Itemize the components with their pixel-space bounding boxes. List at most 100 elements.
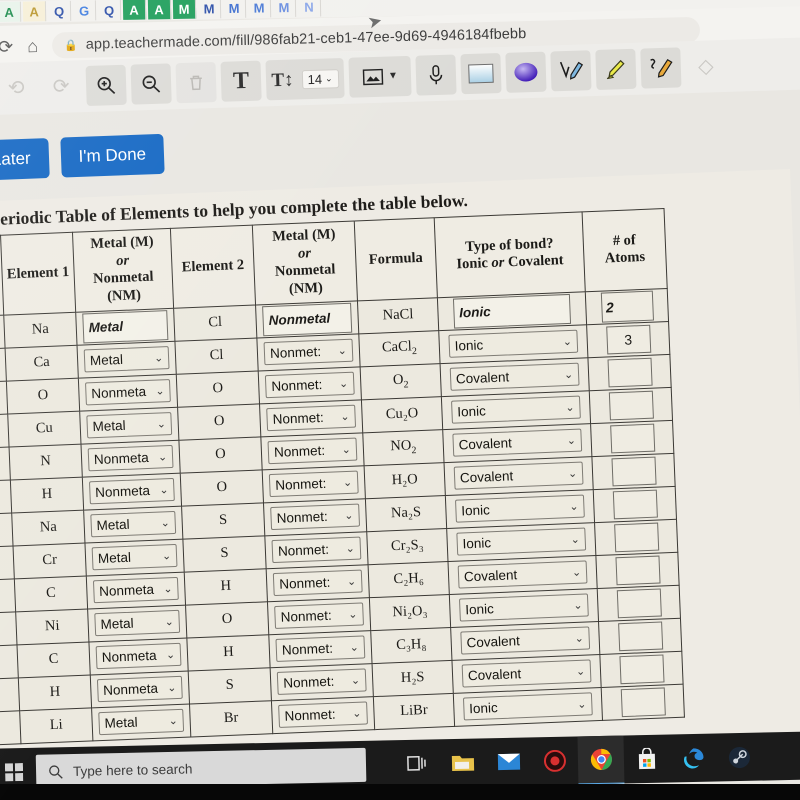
edge-icon[interactable] bbox=[669, 734, 716, 783]
bond-type-dropdown[interactable]: Ionic ⌄ bbox=[456, 527, 587, 556]
metal-nonmetal-2-dropdown[interactable]: Nonmet: ⌄ bbox=[274, 602, 364, 630]
metal-nonmetal-2-dropdown[interactable]: Nonmet: ⌄ bbox=[268, 470, 359, 498]
bookmark-icon[interactable]: M bbox=[272, 0, 297, 18]
cell-num-atoms[interactable] bbox=[595, 552, 680, 589]
cell-metal-nonmetal-2[interactable]: Nonmet: ⌄ bbox=[258, 366, 362, 404]
num-atoms-input[interactable]: 2 bbox=[600, 290, 654, 323]
bookmark-icon[interactable]: M bbox=[197, 0, 222, 19]
metal-nonmetal-2-dropdown[interactable]: Nonmet: ⌄ bbox=[276, 668, 367, 696]
cell-metal-nonmetal-2[interactable]: Nonmetal bbox=[255, 300, 359, 338]
num-atoms-input[interactable] bbox=[616, 588, 662, 619]
bookmark-icon[interactable]: M bbox=[222, 0, 247, 19]
metal-nonmetal-1-dropdown[interactable]: Nonmeta ⌄ bbox=[95, 643, 182, 670]
metal-nonmetal-1-dropdown[interactable]: Metal ⌄ bbox=[98, 709, 185, 736]
zoom-out-icon[interactable] bbox=[130, 63, 172, 105]
metal-nonmetal-2-dropdown[interactable]: Nonmet: ⌄ bbox=[271, 536, 362, 564]
num-atoms-input[interactable] bbox=[617, 621, 663, 651]
cell-metal-nonmetal-1[interactable]: Nonmeta ⌄ bbox=[86, 571, 186, 609]
bookmark-icon[interactable]: N bbox=[297, 0, 322, 17]
microphone-icon[interactable] bbox=[415, 54, 457, 96]
bookmark-icon[interactable]: M bbox=[172, 0, 197, 20]
metal-nonmetal-2-dropdown[interactable]: Nonmet: ⌄ bbox=[275, 635, 366, 663]
num-atoms-input[interactable] bbox=[609, 423, 655, 454]
cell-num-atoms[interactable] bbox=[587, 354, 672, 391]
cell-metal-nonmetal-2[interactable]: Nonmet: ⌄ bbox=[260, 432, 365, 470]
cell-metal-nonmetal-1[interactable]: Metal ⌄ bbox=[79, 406, 179, 444]
metal-nonmetal-1-dropdown[interactable]: Nonmeta ⌄ bbox=[84, 379, 172, 406]
taskbar-search-box[interactable]: Type here to search bbox=[35, 747, 367, 789]
cell-metal-nonmetal-2[interactable]: Nonmet: ⌄ bbox=[270, 663, 374, 701]
text-tool-button[interactable]: T bbox=[220, 60, 262, 102]
cell-metal-nonmetal-1[interactable]: Metal ⌄ bbox=[87, 604, 187, 642]
reload-icon[interactable]: ⟳ bbox=[0, 37, 13, 57]
metal-nonmetal-2-dropdown[interactable]: Nonmet: ⌄ bbox=[266, 404, 356, 432]
cell-num-atoms[interactable] bbox=[591, 453, 676, 490]
antivirus-icon[interactable] bbox=[531, 736, 578, 785]
cell-bond-type[interactable]: Ionic ⌄ bbox=[453, 687, 603, 727]
cell-metal-nonmetal-1[interactable]: Metal ⌄ bbox=[83, 505, 183, 543]
bookmark-icon[interactable]: G bbox=[72, 0, 97, 21]
chrome-icon[interactable] bbox=[577, 734, 625, 786]
pencil-icon[interactable] bbox=[640, 47, 682, 89]
metal-nonmetal-2-textbox[interactable]: Nonmetal bbox=[262, 302, 353, 336]
bond-type-dropdown[interactable]: Covalent ⌄ bbox=[452, 428, 583, 457]
cell-num-atoms[interactable] bbox=[590, 420, 674, 457]
metal-nonmetal-1-dropdown[interactable]: Nonmeta ⌄ bbox=[88, 478, 176, 505]
metal-nonmetal-1-dropdown[interactable]: Nonmeta ⌄ bbox=[92, 577, 179, 604]
bond-type-dropdown[interactable]: Ionic ⌄ bbox=[462, 692, 593, 721]
num-atoms-input[interactable] bbox=[607, 357, 653, 388]
trash-icon[interactable] bbox=[175, 61, 217, 104]
bookmark-icon[interactable]: M bbox=[247, 0, 272, 18]
cell-metal-nonmetal-1[interactable]: Nonmeta ⌄ bbox=[90, 670, 190, 708]
zoom-in-icon[interactable] bbox=[85, 64, 127, 107]
ellipse-icon[interactable] bbox=[505, 51, 547, 93]
cell-metal-nonmetal-1[interactable]: Metal ⌄ bbox=[84, 538, 185, 576]
microsoft-store-icon[interactable] bbox=[623, 734, 670, 783]
metal-nonmetal-2-dropdown[interactable]: Nonmet: ⌄ bbox=[278, 701, 368, 729]
bond-type-dropdown[interactable]: Covalent ⌄ bbox=[449, 362, 580, 392]
bond-type-textbox[interactable]: Ionic bbox=[452, 293, 572, 329]
cell-metal-nonmetal-1[interactable]: Nonmeta ⌄ bbox=[78, 374, 178, 411]
bond-type-dropdown[interactable]: Covalent ⌄ bbox=[460, 626, 591, 655]
cell-metal-nonmetal-2[interactable]: Nonmet: ⌄ bbox=[256, 333, 361, 371]
metal-nonmetal-1-dropdown[interactable]: Nonmeta ⌄ bbox=[96, 676, 183, 703]
metal-nonmetal-2-dropdown[interactable]: Nonmet: ⌄ bbox=[272, 569, 363, 597]
bookmark-icon[interactable]: A bbox=[22, 1, 47, 22]
metal-nonmetal-1-dropdown[interactable]: Nonmeta ⌄ bbox=[87, 445, 174, 472]
metal-nonmetal-1-textbox[interactable]: Metal bbox=[82, 309, 169, 344]
im-done-button[interactable]: I'm Done bbox=[59, 133, 165, 178]
metal-nonmetal-1-dropdown[interactable]: Metal ⌄ bbox=[91, 544, 178, 571]
cell-metal-nonmetal-2[interactable]: Nonmet: ⌄ bbox=[259, 399, 363, 437]
cell-num-atoms[interactable] bbox=[589, 387, 673, 424]
metal-nonmetal-2-dropdown[interactable]: Nonmet: ⌄ bbox=[263, 338, 354, 366]
highlighter-icon[interactable] bbox=[595, 48, 637, 91]
metal-nonmetal-1-dropdown[interactable]: Metal ⌄ bbox=[90, 511, 177, 538]
num-atoms-input[interactable]: 3 bbox=[605, 324, 651, 355]
cell-metal-nonmetal-2[interactable]: Nonmet: ⌄ bbox=[271, 696, 375, 734]
metal-nonmetal-2-dropdown[interactable]: Nonmet: ⌄ bbox=[270, 503, 360, 531]
cell-metal-nonmetal-2[interactable]: Nonmet: ⌄ bbox=[263, 498, 367, 536]
cell-metal-nonmetal-2[interactable]: Nonmet: ⌄ bbox=[268, 630, 373, 668]
bond-type-dropdown[interactable]: Ionic ⌄ bbox=[454, 494, 586, 523]
num-atoms-input[interactable] bbox=[614, 555, 661, 586]
save-for-later-button[interactable]: or Later bbox=[0, 138, 50, 182]
num-atoms-input[interactable] bbox=[612, 489, 658, 520]
font-size-control[interactable]: T↕ 14 ⌄ bbox=[265, 57, 345, 101]
steam-icon[interactable] bbox=[715, 733, 762, 782]
cell-metal-nonmetal-2[interactable]: Nonmet: ⌄ bbox=[267, 597, 371, 635]
metal-nonmetal-1-dropdown[interactable]: Metal ⌄ bbox=[86, 412, 173, 439]
num-atoms-input[interactable] bbox=[613, 522, 659, 553]
rectangle-icon[interactable] bbox=[460, 53, 502, 95]
redo-icon[interactable]: ⟳ bbox=[41, 66, 82, 107]
pen-icon[interactable] bbox=[550, 50, 592, 92]
undo-icon[interactable]: ⟲ bbox=[0, 68, 37, 109]
bookmark-icon[interactable]: A bbox=[147, 0, 172, 20]
cell-metal-nonmetal-1[interactable]: Metal bbox=[75, 308, 175, 345]
bond-type-dropdown[interactable]: Covalent ⌄ bbox=[453, 461, 584, 490]
font-size-dropdown[interactable]: 14 ⌄ bbox=[301, 68, 339, 89]
home-icon[interactable]: ⌂ bbox=[27, 36, 38, 56]
bookmark-icon[interactable]: Q bbox=[97, 0, 122, 21]
cell-num-atoms[interactable] bbox=[598, 617, 682, 655]
cell-num-atoms[interactable] bbox=[597, 585, 681, 622]
cell-metal-nonmetal-1[interactable]: Nonmeta ⌄ bbox=[88, 637, 189, 675]
